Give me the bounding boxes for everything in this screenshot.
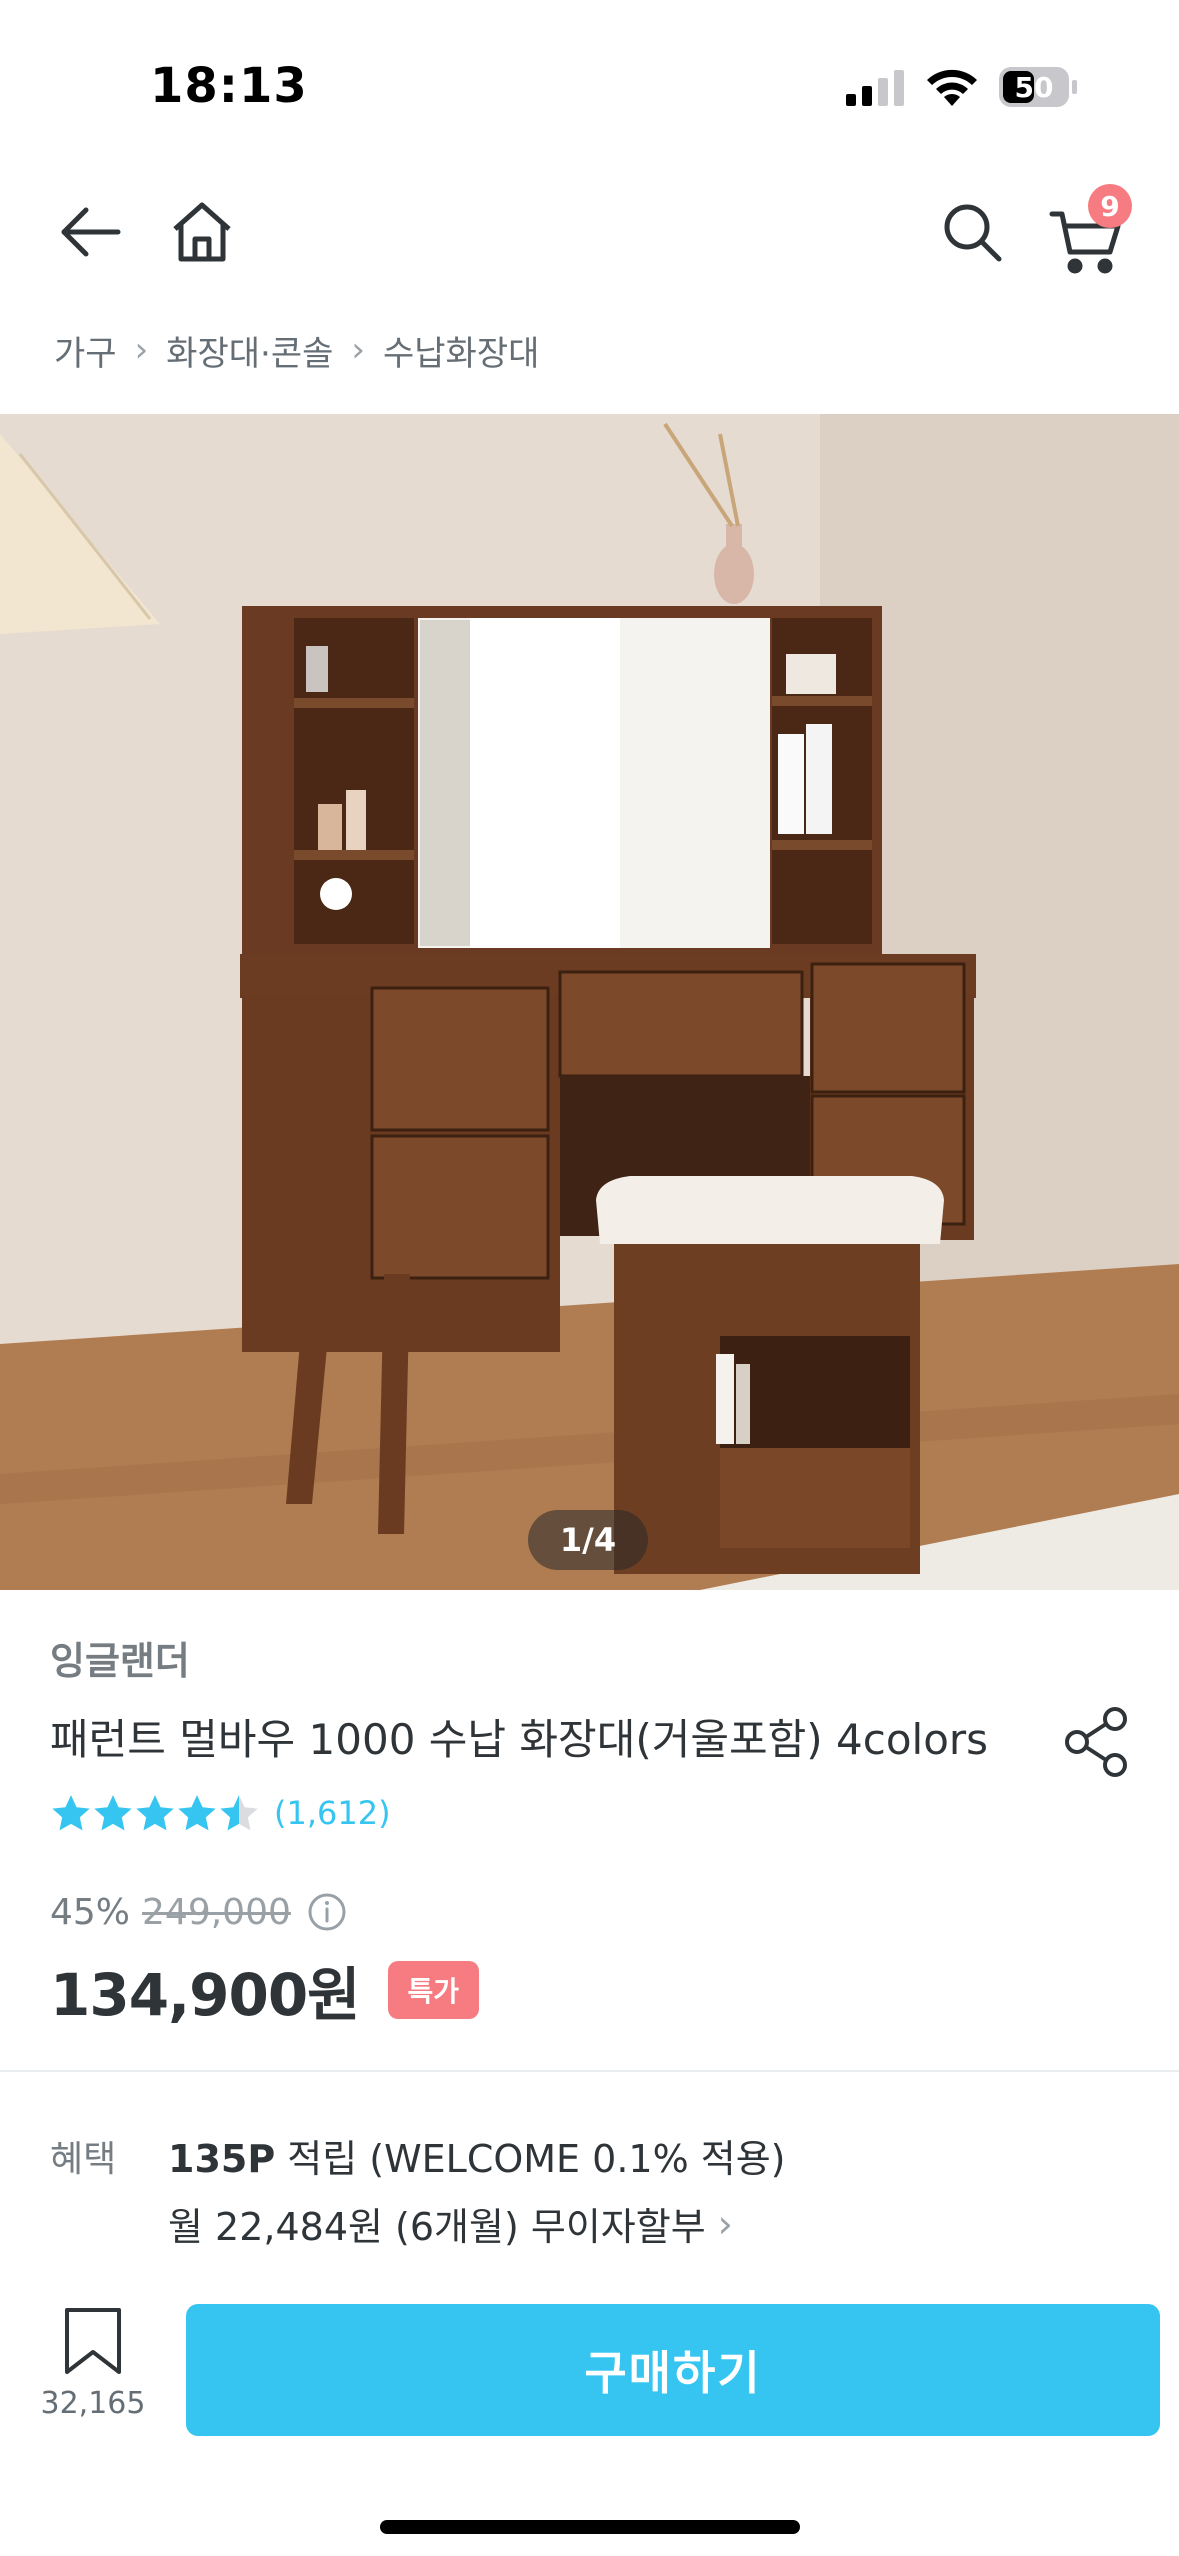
benefit-label: 혜택 — [50, 2139, 117, 2180]
points-amount: 135P — [168, 2137, 276, 2181]
battery-level: 50 — [1014, 70, 1054, 104]
arrow-left-icon — [61, 207, 121, 257]
status-bar: 18:13 50 — [0, 0, 1179, 160]
star-rating — [50, 1793, 260, 1833]
info-icon[interactable] — [307, 1892, 347, 1932]
back-button[interactable] — [48, 190, 132, 274]
cart-count-badge: 9 — [1088, 184, 1132, 228]
bookmark-count: 32,165 — [40, 2386, 146, 2421]
chevron-right-icon: › — [351, 330, 365, 370]
product-photo — [0, 414, 1179, 1590]
top-navigation: 9 — [0, 160, 1179, 290]
discount-row: 45% 249,000 — [50, 1884, 347, 1940]
breadcrumb-item[interactable]: 가구 — [54, 326, 117, 375]
review-count[interactable]: (1,612) — [274, 1794, 391, 1832]
buy-button[interactable]: 구매하기 — [186, 2304, 1160, 2436]
price-row: 134,900원 특가 — [50, 1950, 480, 2030]
original-price: 249,000 — [142, 1891, 291, 1933]
bookmark-button[interactable]: 32,165 — [30, 2306, 156, 2440]
home-button[interactable] — [160, 190, 244, 274]
breadcrumb: 가구 › 화장대·콘솔 › 수납화장대 — [54, 320, 539, 380]
discount-rate: 45% — [50, 1891, 131, 1933]
search-icon — [944, 204, 1002, 262]
special-deal-badge: 특가 — [387, 1961, 480, 2019]
sale-price: 134,900원 — [50, 1961, 361, 2029]
status-time: 18:13 — [150, 58, 308, 114]
installment-benefit[interactable]: 월 22,484원 (6개월) 무이자할부 › — [168, 2196, 733, 2251]
breadcrumb-item[interactable]: 수납화장대 — [383, 326, 539, 375]
image-pager: 1/4 — [528, 1510, 648, 1570]
cellular-signal-icon — [846, 70, 904, 106]
share-button[interactable] — [1058, 1702, 1138, 1782]
battery-icon: 50 — [998, 66, 1078, 108]
share-icon — [1065, 1707, 1127, 1777]
wifi-icon — [927, 69, 977, 106]
star-icon — [136, 1795, 174, 1831]
star-icon — [52, 1795, 90, 1831]
rating-row[interactable]: (1,612) — [50, 1786, 391, 1840]
star-icon — [178, 1795, 216, 1831]
search-button[interactable] — [930, 190, 1014, 274]
product-image-gallery[interactable] — [0, 414, 1179, 1590]
product-title: 패런트 멀바우 1000 수납 화장대(거울포함) 4colors — [50, 1715, 989, 1764]
breadcrumb-item[interactable]: 화장대·콘솔 — [166, 326, 333, 375]
home-icon — [173, 202, 231, 262]
chevron-right-icon: › — [134, 330, 149, 370]
installment-text: 월 22,484원 (6개월) 무이자할부 — [168, 2205, 706, 2249]
star-icon — [94, 1795, 132, 1831]
points-text: 적립 (WELCOME 0.1% 적용) — [275, 2137, 786, 2181]
brand-name[interactable]: 잉글랜더 — [50, 1630, 190, 1685]
bookmark-icon — [65, 2308, 121, 2374]
home-indicator — [380, 2520, 800, 2534]
chevron-right-icon: › — [717, 2201, 733, 2246]
star-icon — [220, 1795, 258, 1831]
points-benefit: 135P 적립 (WELCOME 0.1% 적용) — [168, 2128, 786, 2183]
section-divider — [0, 2070, 1179, 2072]
cart-button[interactable]: 9 — [1038, 184, 1134, 280]
